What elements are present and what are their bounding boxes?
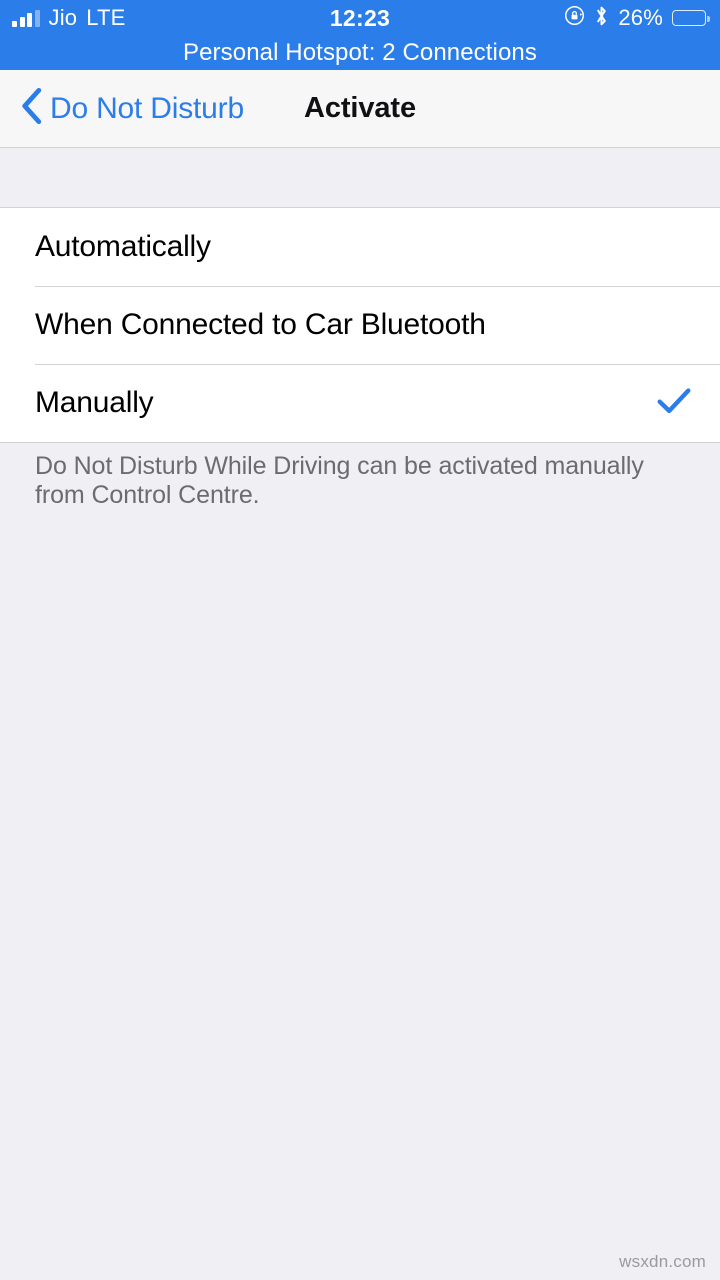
status-bar-right: 26% (564, 0, 710, 36)
watermark: wsxdn.com (619, 1252, 706, 1271)
back-button-label: Do Not Disturb (50, 91, 244, 125)
option-label: Manually (35, 386, 154, 419)
bluetooth-icon (594, 5, 609, 32)
checkmark-icon (657, 387, 691, 420)
status-bar-primary-row: Jio LTE 12:23 26% (0, 0, 720, 36)
rotation-lock-icon (564, 5, 585, 31)
option-checkmark-slot (652, 387, 696, 420)
section-top-spacer (0, 148, 720, 207)
option-label: Automatically (35, 230, 211, 263)
section-footer-text: Do Not Disturb While Driving can be acti… (35, 452, 644, 509)
activate-options-group: Automatically When Connected to Car Blue… (0, 207, 720, 443)
option-label: When Connected to Car Bluetooth (35, 308, 486, 341)
personal-hotspot-banner[interactable]: Personal Hotspot: 2 Connections (0, 36, 720, 70)
option-row-car-bluetooth[interactable]: When Connected to Car Bluetooth (0, 286, 720, 364)
phone-screen: Jio LTE 12:23 26% Personal Hotspot: 2 Co… (0, 0, 720, 1280)
chevron-left-icon (20, 87, 44, 130)
battery-percent-label: 26% (618, 5, 663, 30)
back-button[interactable]: Do Not Disturb (20, 70, 244, 147)
option-row-automatically[interactable]: Automatically (0, 208, 720, 286)
option-row-manually[interactable]: Manually (0, 364, 720, 442)
battery-icon (672, 10, 710, 26)
status-bar: Jio LTE 12:23 26% Personal Hotspot: 2 Co… (0, 0, 720, 70)
navigation-bar: Do Not Disturb Activate (0, 70, 720, 148)
